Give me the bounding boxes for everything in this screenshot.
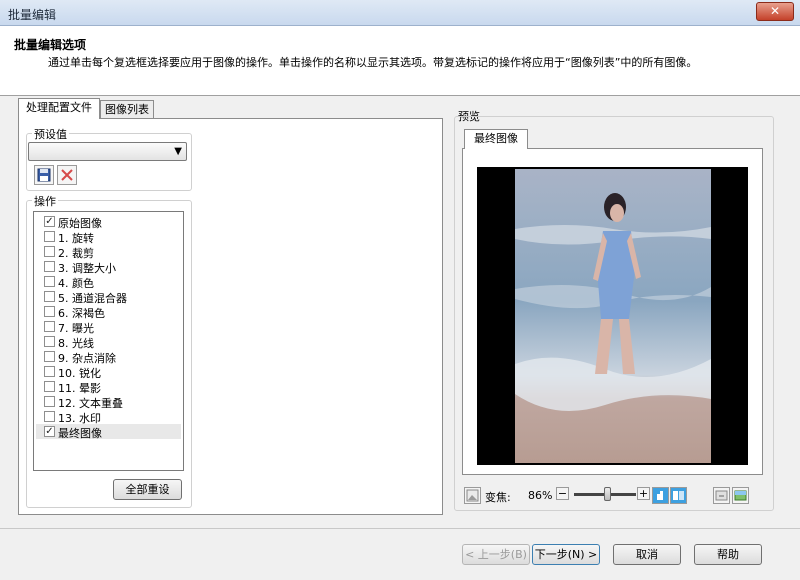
preset-dropdown[interactable]: ▼ xyxy=(28,142,187,161)
operation-checkbox[interactable] xyxy=(44,276,55,287)
operation-checkbox[interactable] xyxy=(44,411,55,422)
export-image-button[interactable] xyxy=(732,487,749,504)
floppy-disk-icon xyxy=(37,168,51,182)
operation-checkbox[interactable] xyxy=(44,336,55,347)
operation-checkbox[interactable] xyxy=(44,231,55,242)
header: 批量编辑选项 通过单击每个复选框选择要应用于图像的操作。单击操作的名称以显示其选… xyxy=(0,26,800,96)
operation-checkbox[interactable] xyxy=(44,246,55,257)
operation-item[interactable]: 4. 颜色 xyxy=(36,274,181,290)
header-title: 批量编辑选项 xyxy=(14,38,87,52)
operation-checkbox[interactable] xyxy=(44,366,55,377)
operation-item[interactable]: 10. 锐化 xyxy=(36,364,181,380)
operation-item[interactable]: 1. 旋转 xyxy=(36,229,181,245)
title-bar: 批量编辑 ✕ xyxy=(0,0,800,26)
save-preset-button[interactable] xyxy=(34,165,54,185)
operation-label[interactable]: 最终图像 xyxy=(58,425,102,441)
operation-item[interactable]: ✓ 最终图像 xyxy=(36,424,181,441)
zoom-in-button[interactable]: + xyxy=(637,487,650,500)
operation-item[interactable]: 13. 水印 xyxy=(36,409,181,425)
operation-checkbox[interactable] xyxy=(44,396,55,407)
operation-item[interactable]: 12. 文本重叠 xyxy=(36,394,181,410)
landscape-icon xyxy=(734,490,747,501)
help-button[interactable]: 帮助 xyxy=(694,544,762,565)
hand-icon xyxy=(657,491,663,500)
image-icon xyxy=(466,489,479,502)
operation-checkbox[interactable] xyxy=(44,321,55,332)
fit-view-button[interactable] xyxy=(464,487,481,504)
footer-divider xyxy=(0,528,800,529)
image-arrow-icon xyxy=(715,490,728,501)
operations-list: ✓ 原始图像 1. 旋转 2. 裁剪 3. 调整大小 4. 颜色 5. 通道混合… xyxy=(33,211,184,471)
operation-item[interactable]: 11. 晕影 xyxy=(36,379,181,395)
zoom-label: 变焦: xyxy=(485,491,511,504)
operation-checkbox[interactable] xyxy=(44,306,55,317)
reset-all-button[interactable]: 全部重设 xyxy=(113,479,182,500)
operation-item[interactable]: 8. 光线 xyxy=(36,334,181,350)
pan-tool-button[interactable] xyxy=(652,487,669,504)
split-view-icon xyxy=(673,491,684,500)
tab-processing-profile[interactable]: 处理配置文件 xyxy=(18,98,100,119)
tab-image-list[interactable]: 图像列表 xyxy=(100,100,154,118)
compare-view-button[interactable] xyxy=(670,487,687,504)
operation-checkbox[interactable]: ✓ xyxy=(44,426,55,437)
operation-item[interactable]: 7. 曝光 xyxy=(36,319,181,335)
tab-final-image[interactable]: 最终图像 xyxy=(464,129,528,149)
beach-photo xyxy=(515,169,711,463)
previous-button[interactable]: < 上一步(B) xyxy=(462,544,530,565)
preset-label: 预设值 xyxy=(32,126,69,142)
operation-item[interactable]: 3. 调整大小 xyxy=(36,259,181,275)
preview-photo xyxy=(515,169,711,463)
operation-checkbox[interactable] xyxy=(44,351,55,362)
operations-label: 操作 xyxy=(32,193,58,209)
operation-item[interactable]: ✓ 原始图像 xyxy=(36,214,181,230)
operation-checkbox[interactable] xyxy=(44,291,55,302)
operation-item[interactable]: 6. 深褐色 xyxy=(36,304,181,320)
zoom-value: 86% xyxy=(528,489,553,502)
zoom-out-button[interactable]: − xyxy=(556,487,569,500)
delete-preset-button[interactable] xyxy=(57,165,77,185)
header-description: 通过单击每个复选框选择要应用于图像的操作。单击操作的名称以显示其选项。带复选标记… xyxy=(48,56,698,69)
operation-item[interactable]: 5. 通道混合器 xyxy=(36,289,181,305)
delete-x-icon xyxy=(61,169,73,181)
close-button[interactable]: ✕ xyxy=(756,2,794,21)
operation-checkbox[interactable] xyxy=(44,261,55,272)
zoom-slider-thumb[interactable] xyxy=(604,487,611,501)
next-button[interactable]: 下一步(N) > xyxy=(532,544,600,565)
cancel-button[interactable]: 取消 xyxy=(613,544,681,565)
window-title: 批量编辑 xyxy=(8,8,57,22)
operation-checkbox[interactable] xyxy=(44,381,55,392)
open-image-button[interactable] xyxy=(713,487,730,504)
operation-checkbox[interactable]: ✓ xyxy=(44,216,55,227)
operation-item[interactable]: 9. 杂点消除 xyxy=(36,349,181,365)
operation-item[interactable]: 2. 裁剪 xyxy=(36,244,181,260)
chevron-down-icon: ▼ xyxy=(174,146,182,157)
